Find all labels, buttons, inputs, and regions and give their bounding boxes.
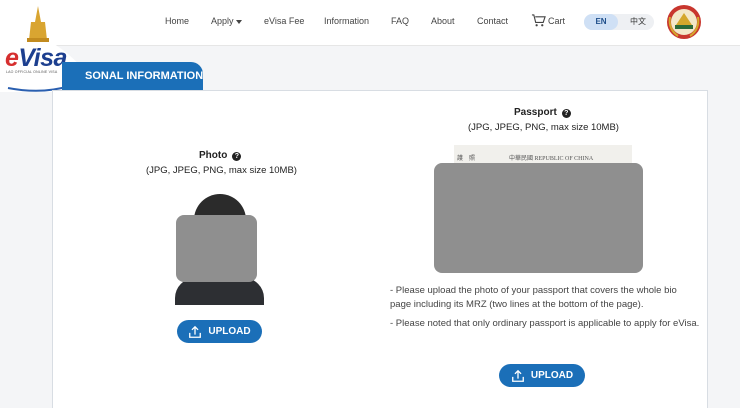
- upload-icon: [189, 325, 202, 338]
- passport-header-strip: 護 照 中華民國 REPUBLIC OF CHINA: [454, 145, 632, 163]
- passport-title-label: Passport: [514, 107, 557, 118]
- nav-home[interactable]: Home: [165, 16, 189, 26]
- photo-title-label: Photo: [199, 150, 228, 161]
- photo-format-hint: (JPG, JPEG, PNG, max size 10MB): [146, 165, 297, 176]
- lang-zh-button[interactable]: 中文: [624, 14, 652, 30]
- top-header: Home Apply eVisa Fee Information FAQ Abo…: [0, 0, 740, 46]
- chevron-down-icon: [235, 19, 242, 24]
- lang-en-button[interactable]: EN: [584, 14, 618, 30]
- cart-icon[interactable]: [531, 13, 546, 28]
- photo-redaction: [176, 215, 257, 282]
- passport-note-2: - Please noted that only ordinary passpo…: [390, 318, 700, 329]
- passport-upload-button[interactable]: UPLOAD: [499, 364, 585, 387]
- photo-title: Photo?: [199, 150, 242, 161]
- photo-shoulders: [175, 278, 264, 305]
- nav-cart[interactable]: Cart: [548, 16, 565, 26]
- photo-preview: [175, 190, 264, 305]
- nav-information[interactable]: Information: [324, 16, 369, 26]
- nav-contact[interactable]: Contact: [477, 16, 508, 26]
- help-icon[interactable]: ?: [561, 109, 571, 118]
- passport-title: Passport?: [514, 107, 571, 118]
- help-icon[interactable]: ?: [232, 152, 242, 161]
- passport-strip-left: 護 照: [457, 156, 476, 162]
- photo-upload-label: UPLOAD: [208, 326, 251, 337]
- lao-emblem-icon: [667, 5, 701, 39]
- nav-faq[interactable]: FAQ: [391, 16, 409, 26]
- passport-preview: 護 照 中華民國 REPUBLIC OF CHINA: [433, 145, 643, 273]
- nav-evisa-fee[interactable]: eVisa Fee: [264, 16, 304, 26]
- logo-visa: Visa: [18, 44, 67, 72]
- language-switcher: EN 中文: [584, 14, 654, 30]
- photo-upload-button[interactable]: UPLOAD: [177, 320, 262, 343]
- logo-wordmark: eVisa: [5, 44, 67, 73]
- passport-redaction: [434, 163, 643, 273]
- passport-note-1: - Please upload the photo of your passpo…: [390, 285, 677, 310]
- logo-subtitle: LAO OFFICIAL ONLINE VISA: [6, 70, 58, 74]
- nav-apply-label: Apply: [211, 16, 234, 26]
- logo-e: e: [5, 44, 19, 72]
- nav-about[interactable]: About: [431, 16, 455, 26]
- nav-apply[interactable]: Apply: [211, 16, 242, 26]
- upload-icon: [511, 369, 524, 382]
- passport-upload-label: UPLOAD: [530, 370, 574, 381]
- section-title: SONAL INFORMATION: [62, 62, 203, 90]
- passport-strip-right: 中華民國 REPUBLIC OF CHINA: [509, 156, 594, 162]
- passport-format-hint: (JPG, JPEG, PNG, max size 10MB): [468, 122, 619, 133]
